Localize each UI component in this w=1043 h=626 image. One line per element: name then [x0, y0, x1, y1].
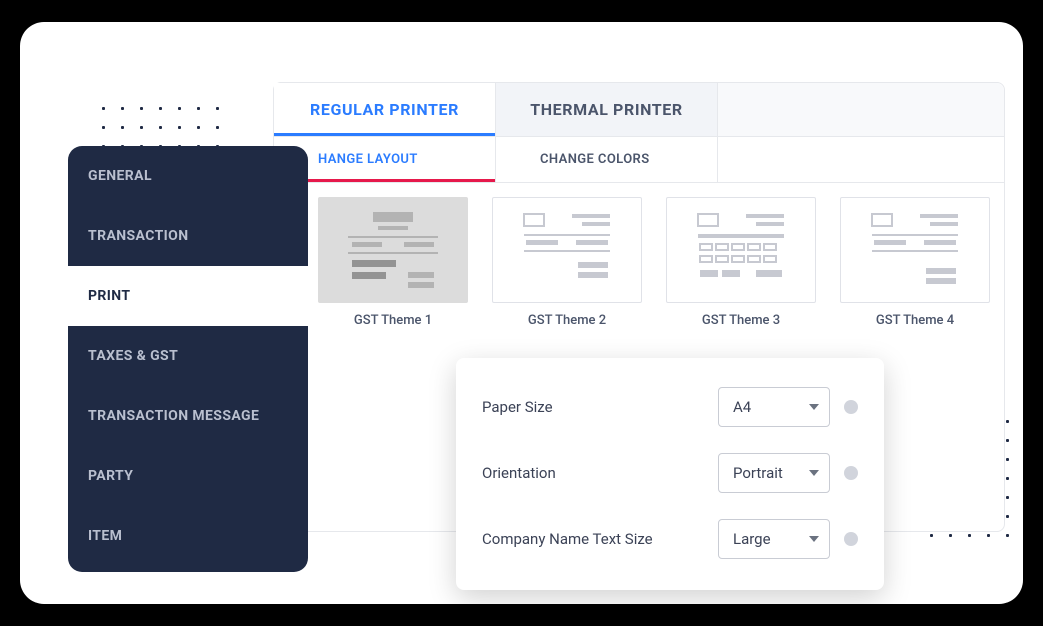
theme-option-3[interactable]: GST Theme 3 — [666, 197, 816, 328]
sidebar-item-party[interactable]: PARTY — [68, 446, 308, 506]
theme-label: GST Theme 2 — [528, 313, 606, 328]
decorative-dots-left — [102, 107, 219, 148]
theme-label: GST Theme 1 — [354, 313, 432, 328]
tab-change-colors[interactable]: CHANGE COLORS — [496, 137, 718, 182]
setting-row-company-name-text-size: Company Name Text Size Large — [482, 506, 858, 572]
chevron-down-icon — [809, 470, 819, 476]
tab-thermal-printer[interactable]: THERMAL PRINTER — [496, 83, 718, 136]
tab-label: THERMAL PRINTER — [530, 100, 682, 119]
layout-settings-card: Paper Size A4 Orientation Portrait Compa… — [456, 358, 884, 590]
info-icon[interactable] — [844, 532, 858, 546]
sidebar-item-label: ITEM — [88, 528, 122, 544]
tab-label: CHANGE COLORS — [540, 152, 650, 167]
info-icon[interactable] — [844, 400, 858, 414]
paper-size-select[interactable]: A4 — [718, 387, 830, 427]
printer-type-tabs: REGULAR PRINTER THERMAL PRINTER — [274, 83, 1004, 137]
orientation-select[interactable]: Portrait — [718, 453, 830, 493]
tab-label: REGULAR PRINTER — [310, 100, 459, 119]
theme-thumbnail — [666, 197, 816, 303]
tab-regular-printer[interactable]: REGULAR PRINTER — [274, 83, 496, 136]
theme-option-2[interactable]: GST Theme 2 — [492, 197, 642, 328]
setting-label: Orientation — [482, 464, 718, 482]
sidebar-item-transaction[interactable]: TRANSACTION — [68, 206, 308, 266]
theme-option-4[interactable]: GST Theme 4 — [840, 197, 990, 328]
sidebar-item-label: TAXES & GST — [88, 348, 178, 364]
theme-option-1[interactable]: GST Theme 1 — [318, 197, 468, 328]
theme-label: GST Theme 3 — [702, 313, 780, 328]
theme-thumbnail — [492, 197, 642, 303]
setting-row-orientation: Orientation Portrait — [482, 440, 858, 506]
select-value: A4 — [733, 398, 751, 416]
layout-color-tabs: HANGE LAYOUT CHANGE COLORS — [274, 137, 1004, 183]
sidebar-item-label: PRINT — [88, 288, 130, 304]
chevron-down-icon — [809, 404, 819, 410]
sidebar-item-transaction-message[interactable]: TRANSACTION MESSAGE — [68, 386, 308, 446]
setting-label: Company Name Text Size — [482, 530, 718, 548]
theme-thumbnail — [318, 197, 468, 303]
chevron-down-icon — [809, 536, 819, 542]
select-value: Large — [733, 530, 771, 548]
sidebar-item-print[interactable]: PRINT — [68, 266, 308, 326]
theme-list: GST Theme 1 GST Theme — [274, 183, 1004, 328]
sidebar-item-taxes-gst[interactable]: TAXES & GST — [68, 326, 308, 386]
app-canvas: REGULAR PRINTER THERMAL PRINTER HANGE LA… — [20, 22, 1023, 604]
theme-thumbnail — [840, 197, 990, 303]
sidebar-item-label: TRANSACTION — [88, 228, 189, 244]
sidebar-item-item[interactable]: ITEM — [68, 506, 308, 566]
setting-label: Paper Size — [482, 398, 718, 416]
theme-label: GST Theme 4 — [876, 313, 954, 328]
info-icon[interactable] — [844, 466, 858, 480]
sidebar-item-general[interactable]: GENERAL — [68, 146, 308, 206]
tab-label: HANGE LAYOUT — [318, 152, 418, 167]
sidebar-item-label: PARTY — [88, 468, 133, 484]
setting-row-paper-size: Paper Size A4 — [482, 374, 858, 440]
sidebar-item-label: GENERAL — [88, 168, 152, 184]
company-name-text-size-select[interactable]: Large — [718, 519, 830, 559]
settings-sidebar: GENERAL TRANSACTION PRINT TAXES & GST TR… — [68, 146, 308, 572]
sidebar-item-label: TRANSACTION MESSAGE — [88, 408, 259, 424]
select-value: Portrait — [733, 464, 783, 482]
